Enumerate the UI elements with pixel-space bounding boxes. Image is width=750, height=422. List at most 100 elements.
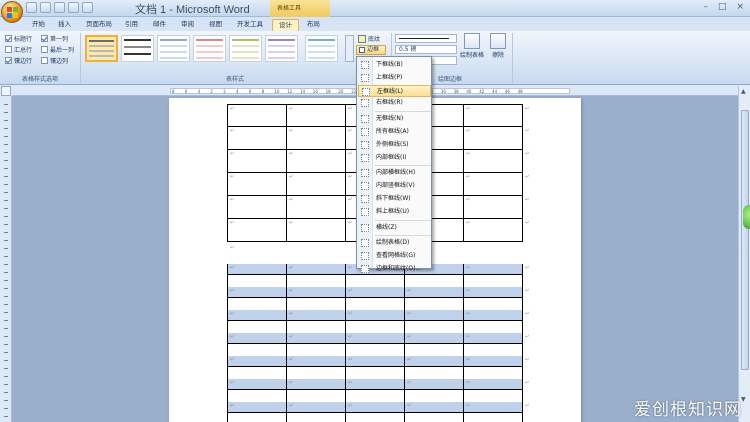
close-button[interactable]: × xyxy=(736,2,744,12)
scroll-up-icon[interactable]: ▲ xyxy=(741,88,746,95)
tab-references[interactable]: 引用 xyxy=(119,19,144,31)
menu-item-horizontal-line[interactable]: 横线(Z) xyxy=(358,222,431,234)
table-style-thumb[interactable] xyxy=(265,35,298,62)
menu-item-label: 绘制表格(D) xyxy=(376,239,410,247)
menu-item-borders-shading[interactable]: 边框和底纹(O)... xyxy=(358,263,431,275)
title-bar: 表格工具 文档 1 - Microsoft Word – □ × xyxy=(0,0,750,17)
redo-icon[interactable] xyxy=(54,2,65,13)
floating-assistant-icon[interactable] xyxy=(743,205,750,229)
group-label-table-styles: 表样式 xyxy=(225,76,244,83)
maximize-button[interactable]: □ xyxy=(718,2,727,12)
table-border xyxy=(227,320,523,321)
menu-item-right-border[interactable]: 右框线(R) xyxy=(358,97,431,109)
table-style-thumb[interactable] xyxy=(85,35,118,62)
paragraph-mark: ↵ xyxy=(348,380,353,386)
all-borders-icon xyxy=(361,128,369,136)
menu-item-bottom-border[interactable]: 下框线(B) xyxy=(358,59,431,71)
table-style-thumb[interactable] xyxy=(193,35,226,62)
menu-item-draw-table[interactable]: 绘制表格(D) xyxy=(358,237,431,249)
paragraph-mark: ↵ xyxy=(348,403,353,409)
eraser-button[interactable]: 擦除 xyxy=(486,33,510,59)
line-weight-select[interactable]: 0.5 磅 xyxy=(395,45,457,54)
tab-review[interactable]: 审阅 xyxy=(175,19,200,31)
tab-layout[interactable]: 布局 xyxy=(301,19,326,31)
menu-item-top-border[interactable]: 上框线(P) xyxy=(358,72,431,84)
menu-separator xyxy=(375,165,431,167)
shading-button[interactable]: 底纹 xyxy=(358,34,380,43)
borders-dropdown-button[interactable]: 边框 xyxy=(356,45,386,55)
menu-item-inside-horizontal-border[interactable]: 内部横框线(H) xyxy=(358,167,431,179)
menu-item-left-border[interactable]: 左框线(L) xyxy=(358,84,431,97)
scrollbar-thumb[interactable] xyxy=(741,110,749,370)
menu-item-label: 右框线(R) xyxy=(376,99,403,107)
save-icon[interactable] xyxy=(26,2,37,13)
minimize-button[interactable]: – xyxy=(703,2,708,12)
table-style-thumb[interactable] xyxy=(121,35,154,62)
option-header-row[interactable]: 标题行 xyxy=(5,34,32,43)
gallery-scroll-buttons[interactable] xyxy=(345,35,354,62)
draw-table-button[interactable]: 绘制表格 xyxy=(460,33,484,59)
menu-item-label: 内部竖框线(V) xyxy=(376,182,415,190)
ruler-tick xyxy=(4,216,8,217)
table-border xyxy=(522,264,523,422)
checkbox-icon xyxy=(5,35,12,42)
table-border xyxy=(227,412,523,413)
ruler-tick xyxy=(4,400,8,401)
ruler-tick-label: 8 xyxy=(172,89,175,94)
paragraph-mark: ↵ xyxy=(289,265,294,271)
ruler-tick xyxy=(4,144,8,145)
option-banded-columns[interactable]: 镶边列 xyxy=(41,56,68,65)
tab-insert[interactable]: 插入 xyxy=(52,19,77,31)
tab-view[interactable]: 视图 xyxy=(203,19,228,31)
customize-qat-icon[interactable] xyxy=(82,2,93,13)
tab-home[interactable]: 开始 xyxy=(26,19,51,31)
ruler-tick-label: 2 xyxy=(223,89,226,94)
paragraph-mark: ↵ xyxy=(525,288,530,294)
group-separator xyxy=(80,33,81,83)
paragraph-mark: ↵ xyxy=(230,197,235,203)
menu-item-view-gridlines[interactable]: 查看网格线(G) xyxy=(358,250,431,262)
table-style-thumb[interactable] xyxy=(229,35,262,62)
option-last-column[interactable]: 最后一列 xyxy=(41,45,74,54)
paragraph-mark: ↵ xyxy=(466,106,471,112)
ruler-tick xyxy=(4,416,8,417)
option-banded-rows[interactable]: 镶边行 xyxy=(5,56,32,65)
menu-item-all-borders[interactable]: 所有框线(A) xyxy=(358,126,431,138)
ruler-tick xyxy=(4,128,8,129)
menu-item-no-border[interactable]: 无框线(N) xyxy=(358,113,431,125)
undo-icon[interactable] xyxy=(40,2,51,13)
tab-design[interactable]: 设计 xyxy=(272,19,299,31)
menu-item-diagonal-down-border[interactable]: 斜下框线(W) xyxy=(358,193,431,205)
banded-row xyxy=(227,310,523,320)
diagonal-up-border-icon xyxy=(361,207,369,216)
inside-borders-icon xyxy=(361,153,369,162)
right-border-icon xyxy=(361,99,369,108)
tab-developer[interactable]: 开发工具 xyxy=(231,19,269,31)
ruler-tick-label: 4 xyxy=(236,89,239,94)
menu-item-outside-borders[interactable]: 外侧框线(S) xyxy=(358,139,431,151)
print-icon[interactable] xyxy=(68,2,79,13)
office-button[interactable] xyxy=(1,1,23,23)
menu-item-label: 查看网格线(G) xyxy=(376,252,416,260)
paragraph-mark: ↵ xyxy=(525,128,530,134)
table-style-thumb[interactable] xyxy=(157,35,190,62)
ruler-tick-label: 46 xyxy=(504,89,510,94)
paragraph-mark: ↵ xyxy=(407,357,412,363)
menu-item-diagonal-up-border[interactable]: 斜上框线(U) xyxy=(358,206,431,218)
paragraph-mark: ↵ xyxy=(407,288,412,294)
option-total-row[interactable]: 汇总行 xyxy=(5,45,32,54)
ruler-toggle-button[interactable] xyxy=(1,86,11,96)
option-first-column[interactable]: 第一列 xyxy=(41,34,68,43)
vertical-scrollbar[interactable]: ▲ ▼ xyxy=(738,86,750,422)
table-style-thumb[interactable] xyxy=(305,35,338,62)
menu-item-inside-vertical-border[interactable]: 内部竖框线(V) xyxy=(358,180,431,192)
ruler-tick-label: 6 xyxy=(184,89,188,94)
menu-item-inside-borders[interactable]: 内部框线(I) xyxy=(358,152,431,164)
table-border xyxy=(286,264,287,422)
paragraph-mark: ↵ xyxy=(348,151,353,157)
banded-row xyxy=(227,379,523,389)
tab-mailings[interactable]: 邮件 xyxy=(147,19,172,31)
tab-page-layout[interactable]: 页面布局 xyxy=(80,19,118,31)
vertical-ruler[interactable] xyxy=(0,96,12,422)
line-style-select[interactable] xyxy=(395,34,457,43)
